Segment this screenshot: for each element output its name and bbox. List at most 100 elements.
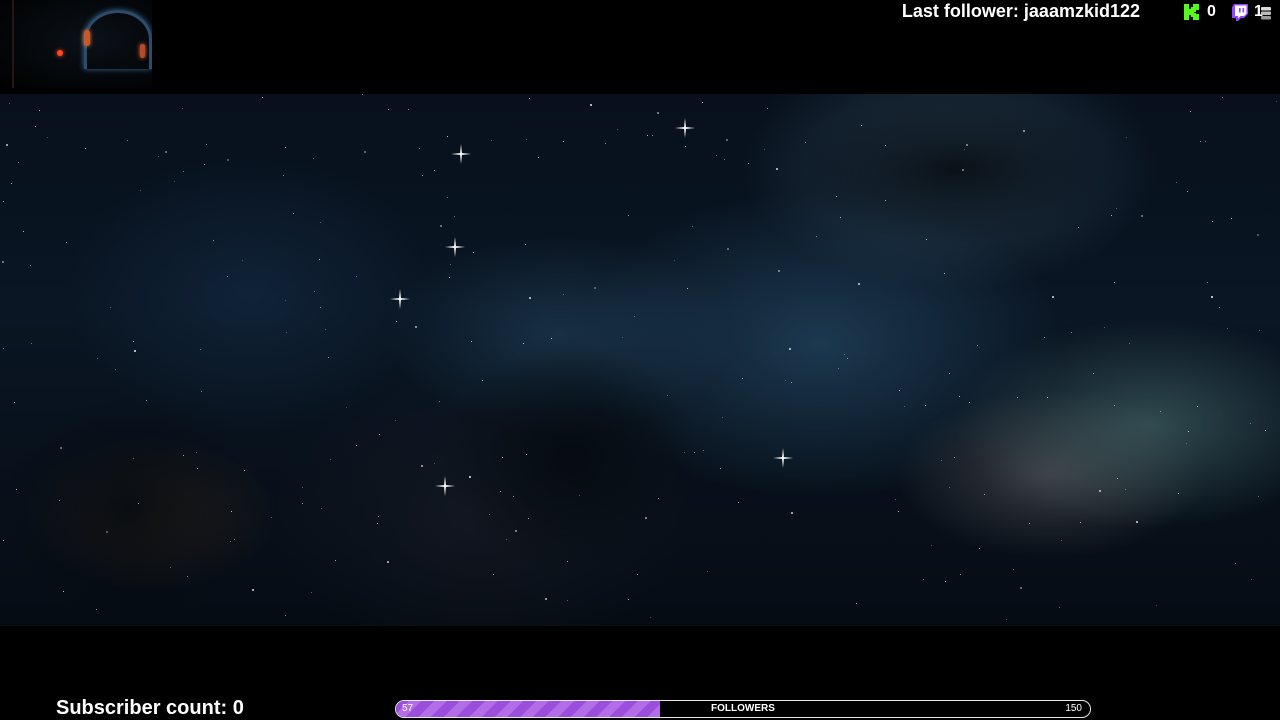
kick-viewer-count: 0 — [1184, 2, 1216, 22]
star — [11, 183, 12, 184]
star — [1235, 563, 1236, 564]
star — [213, 240, 214, 241]
star — [1160, 411, 1161, 412]
star — [960, 574, 961, 575]
star — [356, 276, 357, 277]
star — [165, 151, 167, 153]
star — [140, 190, 141, 191]
star — [885, 200, 886, 201]
headset-outline — [84, 10, 152, 69]
star — [628, 215, 629, 216]
star — [707, 571, 708, 572]
star — [1141, 215, 1143, 217]
star — [133, 458, 134, 459]
star — [1071, 332, 1072, 333]
stream-overlay: Last follower: jaaamzkid122 0 1 Subscrib… — [0, 0, 1280, 720]
bright-star — [773, 448, 793, 468]
star — [702, 102, 703, 103]
star — [1052, 296, 1054, 298]
star — [206, 144, 207, 145]
star — [59, 500, 60, 501]
star — [923, 579, 924, 580]
star — [18, 162, 19, 163]
star — [840, 217, 841, 218]
star — [526, 454, 527, 455]
star — [1222, 97, 1223, 98]
star — [1227, 328, 1228, 329]
star — [727, 248, 729, 250]
star — [204, 164, 205, 165]
star — [579, 495, 580, 496]
star — [1093, 373, 1094, 374]
star — [471, 341, 472, 342]
star — [85, 148, 86, 149]
star — [434, 170, 435, 171]
star — [200, 349, 201, 350]
goal-label: FOLLOWERS — [711, 703, 775, 714]
star — [408, 109, 409, 110]
star — [1114, 282, 1115, 283]
star — [551, 338, 552, 339]
star — [60, 447, 62, 449]
star — [658, 498, 659, 499]
star — [387, 561, 389, 563]
star — [1276, 101, 1277, 102]
star — [1250, 423, 1251, 424]
star — [1114, 405, 1115, 406]
star — [335, 560, 336, 561]
star — [146, 400, 147, 401]
star — [138, 503, 139, 504]
headset-light-left — [84, 30, 90, 46]
star — [283, 175, 284, 176]
star — [1187, 191, 1188, 192]
star — [1190, 111, 1191, 112]
star — [293, 213, 294, 214]
star — [949, 487, 950, 488]
star — [538, 157, 539, 158]
star — [590, 104, 592, 106]
star — [328, 357, 329, 358]
star — [320, 307, 321, 308]
star — [545, 598, 547, 600]
star — [529, 98, 530, 99]
star — [1136, 521, 1138, 523]
star — [1258, 496, 1259, 497]
star — [1156, 605, 1157, 606]
bright-star — [675, 118, 695, 138]
star — [377, 523, 378, 524]
star — [515, 530, 517, 532]
star — [925, 405, 926, 406]
star — [330, 459, 331, 460]
star — [1188, 431, 1189, 432]
star — [3, 540, 4, 541]
kick-logo-icon — [1184, 4, 1199, 20]
star — [926, 239, 927, 240]
star — [748, 163, 749, 164]
star — [440, 225, 442, 227]
star — [170, 567, 171, 568]
star — [563, 294, 564, 295]
webcam-edge — [12, 0, 14, 88]
star — [379, 434, 380, 435]
star — [904, 406, 905, 407]
mic-light — [57, 50, 63, 56]
star — [637, 574, 638, 575]
star — [1125, 489, 1126, 490]
star — [491, 140, 492, 141]
star — [684, 452, 685, 453]
star — [1231, 218, 1232, 219]
star — [594, 287, 596, 289]
dark-nebula-cloud — [0, 394, 260, 624]
star — [805, 142, 806, 143]
star — [242, 260, 243, 261]
star — [174, 181, 175, 182]
star — [469, 476, 471, 478]
stack-icon — [1261, 7, 1271, 20]
star — [506, 539, 507, 540]
star — [395, 420, 396, 421]
star — [362, 94, 363, 95]
star — [39, 110, 40, 111]
star — [966, 144, 968, 146]
star — [133, 341, 134, 342]
star — [685, 146, 686, 147]
